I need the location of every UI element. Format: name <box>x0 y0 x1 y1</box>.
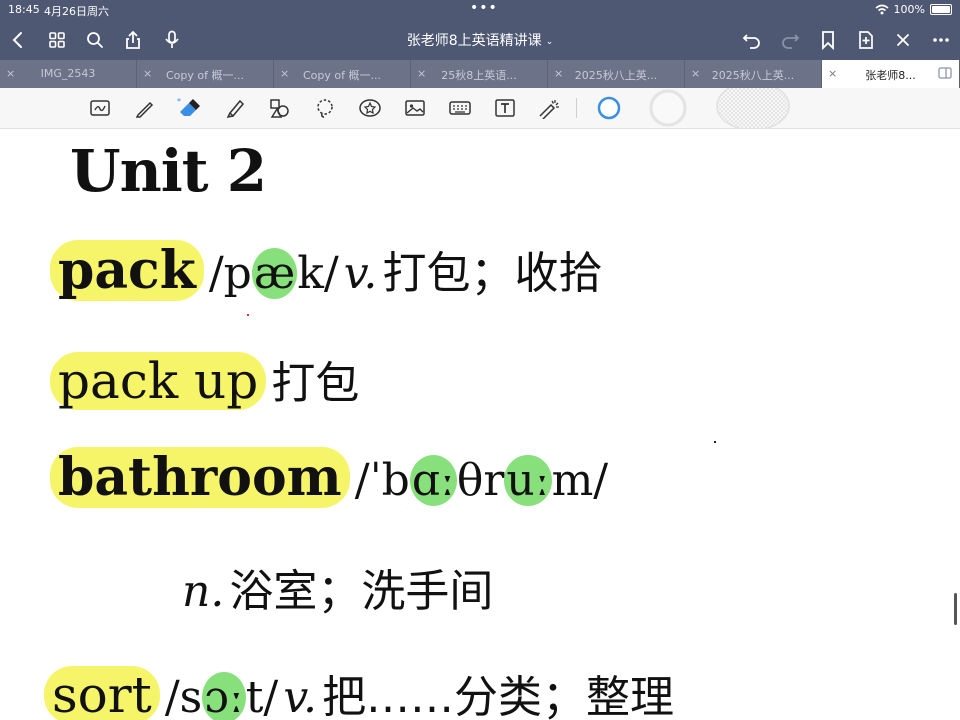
toolbar-divider <box>576 98 577 118</box>
tab-1[interactable]: × Copy of 概一... <box>137 60 274 88</box>
lasso-icon <box>317 99 333 118</box>
stroke-size-circle-icon <box>649 89 687 127</box>
tab-label: IMG_2543 <box>40 67 96 80</box>
vertical-scrollbar[interactable] <box>954 593 957 625</box>
part-of-speech: v. <box>343 248 378 299</box>
tab-label: 25秋8上英语... <box>441 69 517 82</box>
chevron-down-icon: ⌄ <box>545 37 554 47</box>
undo-icon <box>742 34 760 49</box>
unit-title: Unit 2 <box>70 137 267 205</box>
read-mode-icon <box>90 100 110 116</box>
part-of-speech: v. <box>283 672 317 720</box>
eraser-icon: * <box>177 97 200 116</box>
vocab-entry-pack: pack /pæk/ v. 打包；收拾 <box>50 237 603 301</box>
read-mode-tool[interactable] <box>88 96 112 120</box>
keyboard-icon <box>449 101 471 115</box>
tab-3[interactable]: × 25秋8上英语... <box>411 60 548 88</box>
vocab-entry-sort: sort /sɔːt/ v. 把……分类；整理 <box>44 661 675 720</box>
status-bar: 18:45 4月26日周六 ••• 100% <box>0 0 960 20</box>
phonetic-highlight: æ <box>251 248 298 299</box>
add-page-button[interactable] <box>854 28 878 52</box>
vocab-word: sort <box>44 666 160 720</box>
close-tool-button[interactable] <box>891 28 915 52</box>
ink-dot <box>247 314 249 316</box>
tab-bar: × IMG_2543 × Copy of 概一... × Copy of 概一... … <box>0 60 960 88</box>
image-icon <box>405 100 425 116</box>
meaning: 浴室；洗手间 <box>229 566 494 617</box>
multitask-dots-icon[interactable]: ••• <box>470 0 498 16</box>
keyboard-tool[interactable] <box>448 96 472 120</box>
wifi-icon <box>875 4 889 15</box>
vocab-entry-bathroom-meaning: n. 浴室；洗手间 <box>182 555 493 619</box>
image-tool[interactable] <box>403 96 427 120</box>
status-time: 18:45 <box>8 3 40 16</box>
more-button[interactable] <box>929 28 953 52</box>
svg-text:*: * <box>177 97 181 106</box>
pen-icon <box>135 101 154 118</box>
text-box-icon <box>495 99 515 117</box>
laser-pointer-icon <box>539 100 559 119</box>
phonetic: /pæk/ <box>208 248 339 299</box>
vocab-entry-bathroom: bathroom /ˈbɑːθruːm/ <box>50 447 609 508</box>
navigation-bar: 张老师8上英语精讲课 ⌄ <box>0 20 960 60</box>
sticker-tool[interactable] <box>358 96 382 120</box>
ink-dot <box>714 441 716 443</box>
selected-color-ring-icon <box>597 96 621 120</box>
redo-icon <box>782 34 800 49</box>
undo-button[interactable] <box>740 28 764 52</box>
highlighter-icon <box>226 99 245 119</box>
vocab-word: bathroom <box>50 447 350 508</box>
tab-label: 2025秋八上英... <box>711 69 795 82</box>
more-icon <box>933 38 949 42</box>
meaning: 打包；收拾 <box>382 248 603 299</box>
stroke-size-option[interactable] <box>648 88 688 128</box>
color-swatch-blue[interactable] <box>595 94 623 122</box>
tab-label: Copy of 概一... <box>303 69 381 82</box>
document-title-text: 张老师8上英语精讲课 <box>406 33 542 49</box>
add-page-icon <box>859 31 873 49</box>
shapes-tool[interactable] <box>268 96 292 120</box>
eraser-tool[interactable]: * <box>177 96 201 120</box>
phonetic-highlight: ɔː <box>202 672 246 720</box>
phonetic: /sɔːt/ <box>165 672 278 720</box>
part-of-speech: n. <box>182 566 225 617</box>
status-right: 100% <box>875 3 952 16</box>
phonetic-highlight: ɑː <box>409 455 457 506</box>
close-icon <box>897 34 909 46</box>
battery-icon <box>930 4 952 15</box>
vocab-phrase: pack up <box>50 352 267 410</box>
highlighter-tool[interactable] <box>223 96 247 120</box>
laser-pointer-tool[interactable] <box>537 96 561 120</box>
tab-label: 2025秋八上英... <box>574 69 658 82</box>
meaning: 打包 <box>271 358 360 409</box>
redo-button[interactable] <box>778 28 802 52</box>
bookmark-icon <box>822 31 834 50</box>
phonetic-highlight: uː <box>504 455 552 506</box>
bookmark-button[interactable] <box>816 28 840 52</box>
tab-0[interactable]: × IMG_2543 <box>0 60 137 88</box>
battery-percent: 100% <box>893 3 925 16</box>
status-date: 4月26日周六 <box>44 5 109 18</box>
phonetic: /ˈbɑːθruːm/ <box>354 455 609 506</box>
opacity-option[interactable] <box>715 88 791 128</box>
opacity-pattern-icon <box>716 88 790 128</box>
tab-2[interactable]: × Copy of 概一... <box>274 60 411 88</box>
document-page[interactable]: Unit 2 pack /pæk/ v. 打包；收拾 pack up 打包 ba… <box>0 129 960 720</box>
meaning: 把……分类；整理 <box>322 672 675 720</box>
vocab-word: pack <box>50 240 204 301</box>
split-view-icon[interactable] <box>938 66 952 80</box>
tab-4[interactable]: × 2025秋八上英... <box>548 60 685 88</box>
tab-label: Copy of 概一... <box>166 69 244 82</box>
pen-tool[interactable] <box>133 96 157 120</box>
vocab-entry-pack-up: pack up 打包 <box>50 347 360 411</box>
star-sticker-icon <box>359 99 381 117</box>
lasso-tool[interactable] <box>313 96 337 120</box>
tab-5[interactable]: × 2025秋八上英... <box>685 60 822 88</box>
shapes-icon <box>270 99 289 118</box>
text-box-tool[interactable] <box>493 96 517 120</box>
drawing-toolbar: * <box>0 88 960 129</box>
